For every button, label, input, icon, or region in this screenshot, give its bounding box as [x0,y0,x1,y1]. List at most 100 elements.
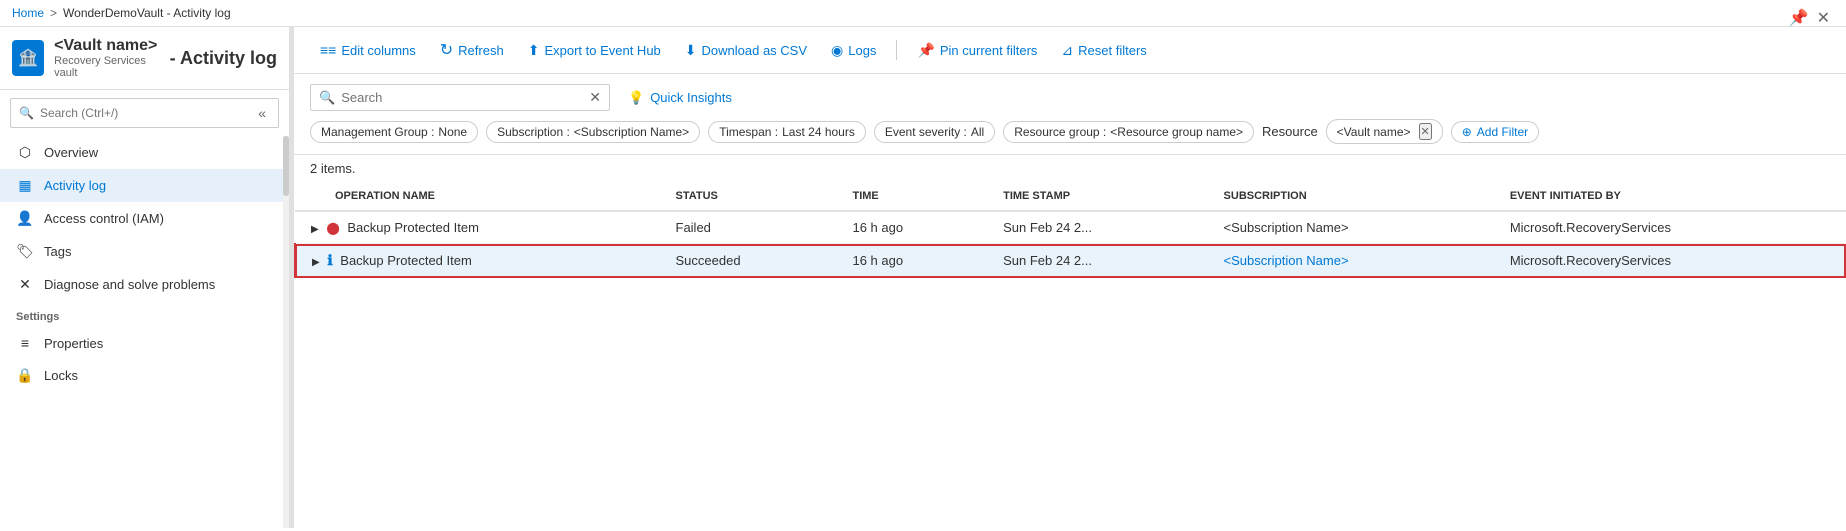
filter-label: Resource group : [1014,125,1106,139]
close-window-button[interactable]: ✕ [1817,8,1830,28]
filter-value: None [438,125,467,139]
export-event-hub-label: Export to Event Hub [544,43,660,58]
add-filter-icon: ⊕ [1462,125,1472,139]
sidebar-collapse-button[interactable]: « [254,103,270,123]
filter-row-2: Management Group : None Subscription : <… [310,119,1830,144]
sidebar-item-label: Locks [44,368,78,383]
filter-pill-management-group[interactable]: Management Group : None [310,121,478,143]
sidebar-item-label: Activity log [44,178,106,193]
sidebar-item-properties[interactable]: ≡ Properties [0,327,289,359]
filter-bar: 🔍 ✕ 💡 Quick Insights Management Group : … [294,74,1846,155]
row2-subscription-link[interactable]: <Subscription Name> [1224,253,1349,268]
row2-event-initiated: Microsoft.RecoveryServices [1494,244,1846,278]
row2-subscription: <Subscription Name> [1208,244,1494,278]
edit-columns-button[interactable]: ≡≡ Edit columns [310,37,426,63]
sidebar-item-tags[interactable]: 🏷 Tags [0,235,289,268]
search-icon: 🔍 [319,90,335,106]
filter-pill-subscription[interactable]: Subscription : <Subscription Name> [486,121,700,143]
row1-operation-name: Backup Protected Item [347,220,479,235]
toolbar: ≡≡ Edit columns ↻ Refresh ⬆ Export to Ev… [294,27,1846,74]
pin-window-button[interactable]: 📌 [1789,8,1809,28]
sidebar-item-locks[interactable]: 🔒 Locks [0,359,289,392]
quick-insights-button[interactable]: 💡 Quick Insights [620,86,740,110]
filter-label: Timespan : [719,125,778,139]
pin-filters-button[interactable]: 📌 Pin current filters [907,37,1047,64]
col-status: STATUS [660,182,837,211]
sidebar-search-input[interactable] [40,106,248,120]
sidebar-item-overview[interactable]: ⬡ Overview [0,136,289,169]
filter-value: <Subscription Name> [574,125,689,139]
row2-expand-button[interactable]: ▶ [312,257,320,268]
row1-expand-button[interactable]: ▶ [311,224,319,235]
filter-value: <Resource group name> [1110,125,1243,139]
sidebar-item-label: Access control (IAM) [44,211,164,226]
filter-label: Event severity : [885,125,967,139]
filter-value: All [971,125,984,139]
pin-filters-label: Pin current filters [940,43,1038,58]
filter-pill-timespan[interactable]: Timespan : Last 24 hours [708,121,866,143]
sidebar-item-activity-log[interactable]: ▦ Activity log [0,169,289,202]
overview-icon: ⬡ [16,144,34,161]
row2-operation-name: Backup Protected Item [340,253,472,268]
diagnose-icon: ✕ [16,276,34,293]
logs-button[interactable]: ◉ Logs [821,37,886,64]
col-operation-name: OPERATION NAME [295,182,660,211]
search-clear-button[interactable]: ✕ [589,89,601,106]
filter-value: <Vault name> [1337,125,1411,139]
sidebar-header: 🏦 <Vault name> Recovery Services vault -… [0,27,289,90]
row2-status: Succeeded [660,244,837,278]
download-csv-button[interactable]: ⬇ Download as CSV [675,37,817,64]
row2-time: 16 h ago [836,244,987,278]
locks-icon: 🔒 [16,367,34,384]
breadcrumb-home[interactable]: Home [12,6,44,20]
filter-pill-close-button[interactable]: ✕ [1419,123,1432,140]
row2-timestamp: Sun Feb 24 2... [987,244,1207,278]
filter-label: Management Group : [321,125,434,139]
breadcrumb-separator: > [50,6,57,20]
access-control-icon: 👤 [16,210,34,227]
filter-pill-resource-group[interactable]: Resource group : <Resource group name> [1003,121,1254,143]
export-icon: ⬆ [528,42,540,59]
add-filter-button[interactable]: ⊕ Add Filter [1451,121,1539,143]
filter-row-1: 🔍 ✕ 💡 Quick Insights [310,84,1830,111]
main-content: ≡≡ Edit columns ↻ Refresh ⬆ Export to Ev… [294,27,1846,528]
table-header-row: OPERATION NAME STATUS TIME TIME STAMP SU… [295,182,1846,211]
filter-value: Last 24 hours [782,125,855,139]
table-row[interactable]: ▶ ℹ Backup Protected Item Succeeded 16 h… [295,244,1846,278]
row1-event-initiated: Microsoft.RecoveryServices [1494,211,1846,244]
sidebar-item-label: Properties [44,336,103,351]
reset-filters-button[interactable]: ⊿ Reset filters [1051,37,1156,64]
download-csv-label: Download as CSV [702,43,808,58]
vault-info: <Vault name> Recovery Services vault [54,37,159,79]
search-input[interactable] [341,90,583,105]
sidebar-search-container: 🔍 « [10,98,279,128]
tags-icon: 🏷 [16,243,34,260]
table-row[interactable]: ▶ ⬤ Backup Protected Item Failed 16 h ag… [295,211,1846,244]
settings-section-title: Settings [0,301,289,327]
row1-time: 16 h ago [836,211,987,244]
quick-insights-icon: 💡 [628,90,644,106]
activity-log-table: OPERATION NAME STATUS TIME TIME STAMP SU… [294,182,1846,278]
logs-icon: ◉ [831,42,843,59]
sidebar-item-access-control[interactable]: 👤 Access control (IAM) [0,202,289,235]
filter-pill-resource[interactable]: <Vault name> ✕ [1326,119,1443,144]
window-controls: 📌 ✕ [1789,8,1830,28]
table-wrapper: OPERATION NAME STATUS TIME TIME STAMP SU… [294,182,1846,528]
vault-subtitle: Recovery Services vault [54,55,159,79]
vault-name: <Vault name> [54,37,159,55]
download-icon: ⬇ [685,42,697,59]
refresh-label: Refresh [458,43,504,58]
filter-pill-event-severity[interactable]: Event severity : All [874,121,995,143]
col-time: TIME [836,182,987,211]
row1-timestamp: Sun Feb 24 2... [987,211,1207,244]
sidebar-item-label: Overview [44,145,98,160]
refresh-button[interactable]: ↻ Refresh [430,35,514,65]
edit-columns-icon: ≡≡ [320,42,336,58]
resource-label: Resource [1262,124,1318,139]
sidebar-item-label: Tags [44,244,71,259]
sidebar-item-diagnose[interactable]: ✕ Diagnose and solve problems [0,268,289,301]
vault-icon: 🏦 [12,40,44,76]
add-filter-label: Add Filter [1477,125,1528,139]
edit-columns-label: Edit columns [341,43,415,58]
export-event-hub-button[interactable]: ⬆ Export to Event Hub [518,37,671,64]
